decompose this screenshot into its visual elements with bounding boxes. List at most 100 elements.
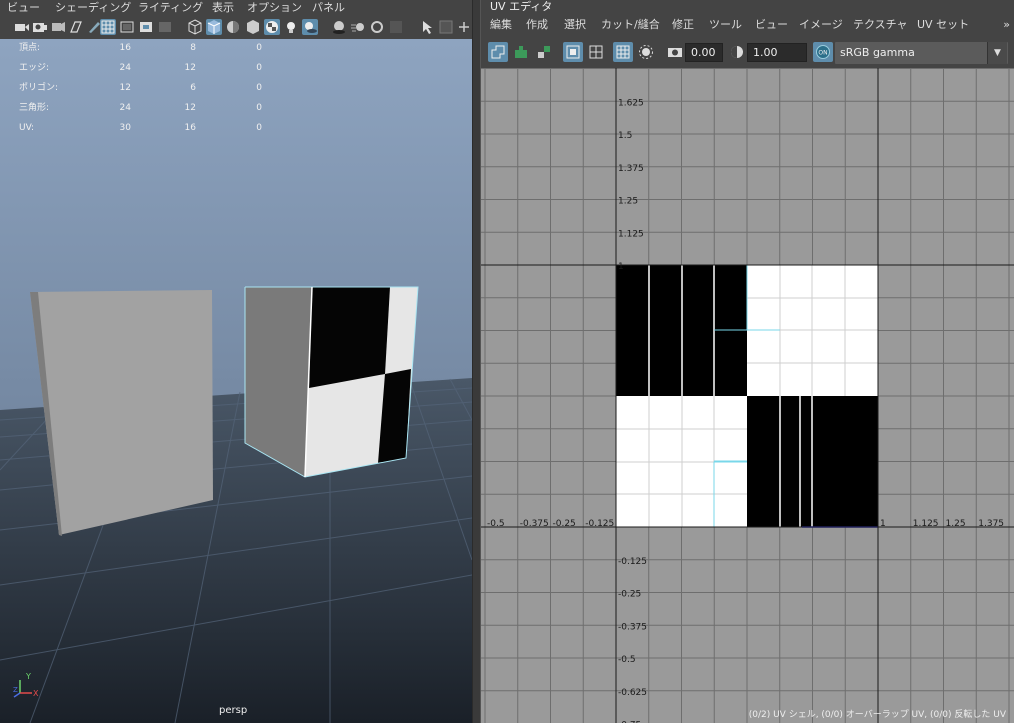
- chevron-down-icon[interactable]: ▼: [987, 42, 1007, 64]
- uv-texture-canvas[interactable]: -0.5 -0.375 -0.25 -0.125 1 1.125 1.25 1.375 1.62…: [481, 68, 1014, 723]
- hud-label-0: 頂点:: [19, 42, 40, 53]
- menu-show[interactable]: 表示: [212, 0, 234, 16]
- hud-label-4: UV:: [19, 123, 34, 133]
- colorspace-dropdown[interactable]: sRGB gamma ▼: [835, 42, 1008, 64]
- uv-editor-title: UV エディタ: [490, 0, 553, 13]
- uv-y-tick-1: 1.5: [618, 131, 632, 141]
- checker-icon[interactable]: [613, 42, 633, 62]
- uv-x-tick-1: -0.375: [520, 519, 549, 529]
- uv-x-tick-6: 1.25: [946, 519, 966, 529]
- camera-name-label: persp: [219, 705, 248, 716]
- xray-joints-icon[interactable]: [456, 19, 472, 35]
- smooth-shade-icon[interactable]: [206, 19, 222, 35]
- menu-view[interactable]: ビュー: [7, 0, 40, 16]
- hud-value-1: 0: [256, 63, 262, 73]
- uv-menu-tools[interactable]: ツール: [709, 14, 742, 36]
- menu-overflow-icon[interactable]: »: [1003, 14, 1010, 36]
- hud-value-0: 8: [190, 43, 196, 53]
- select-camera-icon[interactable]: [14, 19, 30, 35]
- hud-value-4: 0: [256, 123, 262, 133]
- isolate-icon[interactable]: [420, 19, 436, 35]
- uv-unfold-icon[interactable]: [511, 42, 531, 62]
- hud-value-0: 0: [256, 43, 262, 53]
- uv-menu-view[interactable]: ビュー: [755, 14, 788, 36]
- lights-icon[interactable]: [283, 19, 299, 35]
- uv-menu-select[interactable]: 選択: [564, 14, 586, 36]
- cm-badge-text: ON: [818, 50, 827, 57]
- gate-mask-icon[interactable]: [157, 19, 173, 35]
- texture-border-icon[interactable]: [586, 42, 606, 62]
- uv-menu-textures[interactable]: テクスチャ: [853, 14, 908, 36]
- bookmark-icon[interactable]: [50, 19, 66, 35]
- shaded-uv-icon[interactable]: [563, 42, 583, 62]
- uv-x-tick-0: -0.5: [487, 519, 505, 529]
- hud-value-2: 12: [120, 83, 131, 93]
- uv-menu-image[interactable]: イメージ: [799, 14, 843, 36]
- uv-layout-icon[interactable]: [534, 42, 554, 62]
- bounding-box-icon[interactable]: [225, 19, 241, 35]
- uv-status-line: (0/2) UV シェル, (0/0) オーバーラップ UV, (0/0) 反転…: [748, 710, 1006, 720]
- uv-x-tick-2: -0.25: [553, 519, 576, 529]
- uv-shell-icon[interactable]: [488, 42, 508, 62]
- uv-y-tick-4: 1.125: [618, 229, 644, 239]
- menu-lighting[interactable]: ライティング: [138, 0, 203, 16]
- colorspace-value: sRGB gamma: [840, 46, 915, 59]
- axis-z-label: Z: [13, 686, 18, 694]
- gamma-field[interactable]: 1.00: [747, 43, 807, 62]
- menu-panels[interactable]: パネル: [312, 0, 345, 16]
- snapshot-icon[interactable]: [665, 42, 685, 62]
- xray-icon[interactable]: [438, 19, 454, 35]
- uv-y-tick-7: -0.25: [618, 590, 641, 600]
- uv-toolbar: 0.00 1.00 ON sRGB gamma ▼: [481, 40, 1014, 66]
- uv-menu-uv-sets[interactable]: UV セット: [917, 14, 969, 36]
- image-dim-icon[interactable]: [636, 42, 656, 62]
- anti-alias-icon[interactable]: [369, 19, 385, 35]
- flat-shade-icon[interactable]: [245, 19, 261, 35]
- uv-y-tick-2: 1.375: [618, 164, 644, 174]
- hud-value-2: 0: [256, 83, 262, 93]
- hud-value-2: 6: [190, 83, 196, 93]
- hud-value-4: 16: [185, 123, 197, 133]
- ambient-occlusion-icon[interactable]: [331, 19, 347, 35]
- axis-indicator: Y X Z: [12, 672, 42, 700]
- uv-y-tick-6: -0.125: [618, 557, 647, 567]
- cube-object[interactable]: [244, 286, 419, 478]
- motion-blur-icon[interactable]: [350, 19, 366, 35]
- hud-label-2: ポリゴン:: [19, 81, 58, 93]
- hud-label-1: エッジ:: [19, 63, 49, 73]
- resolution-gate-icon[interactable]: [138, 19, 154, 35]
- depth-of-field-icon[interactable]: [388, 19, 404, 35]
- uv-menu-edit[interactable]: 編集: [490, 14, 512, 36]
- hud-value-4: 30: [120, 123, 132, 133]
- pane-splitter[interactable]: [472, 0, 481, 723]
- menu-shading[interactable]: シェーディング: [55, 0, 131, 16]
- uv-y-tick-3: 1.25: [618, 197, 638, 207]
- uv-menu-modify[interactable]: 修正: [672, 14, 694, 36]
- uv-menu-cut-sew[interactable]: カット/縫合: [601, 14, 660, 36]
- uv-x-tick-4: 1: [880, 519, 886, 529]
- hud-value-1: 24: [120, 63, 132, 73]
- grid-icon[interactable]: [100, 19, 116, 35]
- wireframe-icon[interactable]: [187, 19, 203, 35]
- hud-label-3: 三角形:: [19, 101, 49, 113]
- scene-canvas[interactable]: 頂点: 16 8 0 エッジ: 24 12 0 ポリゴン: 12 6 0 三角形: 24 12 0 UV: 30 1…: [0, 39, 472, 723]
- uv-x-tick-7: 1.375: [978, 519, 1004, 529]
- gamma-icon[interactable]: [727, 42, 747, 62]
- perspective-viewport[interactable]: ビュー シェーディング ライティング 表示 オプション パネル 頂点: 16 8…: [0, 0, 474, 723]
- axis-x-label: X: [33, 689, 39, 698]
- uv-x-tick-5: 1.125: [913, 519, 939, 529]
- uv-y-tick-0: 1.625: [618, 98, 644, 108]
- hud-value-1: 12: [185, 63, 196, 73]
- viewport-menu-bar: ビュー シェーディング ライティング 表示 オプション パネル: [0, 0, 474, 16]
- uv-menu-create[interactable]: 作成: [526, 14, 548, 36]
- camera-attributes-icon[interactable]: [32, 19, 48, 35]
- uv-menu-bar: 編集 作成 選択 カット/縫合 修正 ツール ビュー イメージ テクスチャ UV…: [481, 14, 1014, 36]
- shadows-icon[interactable]: [302, 19, 318, 35]
- color-management-icon[interactable]: ON: [813, 42, 833, 62]
- menu-options[interactable]: オプション: [247, 0, 302, 16]
- image-plane-icon[interactable]: [68, 19, 84, 35]
- exposure-field[interactable]: 0.00: [685, 43, 723, 62]
- film-gate-icon[interactable]: [119, 19, 135, 35]
- hud-value-0: 16: [120, 43, 132, 53]
- textured-icon[interactable]: [264, 19, 280, 35]
